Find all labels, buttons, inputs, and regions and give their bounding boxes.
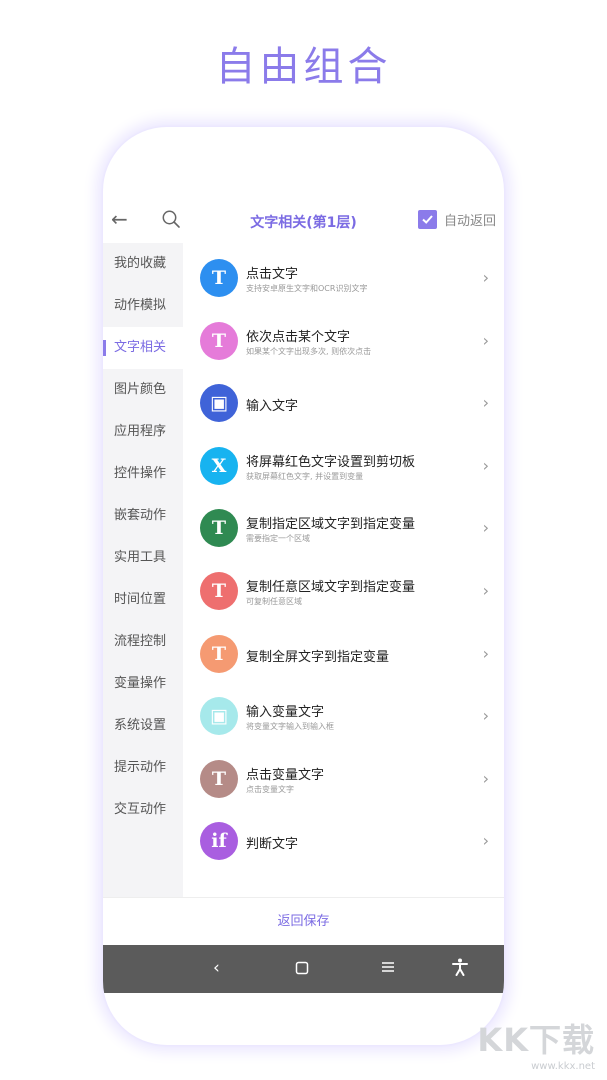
action-row[interactable]: T 依次点击某个文字 如果某个文字出现多次, 则依次点击 › (183, 310, 504, 372)
top-bar: ← 文字相关(第1层) 自动返回 (103, 199, 504, 244)
action-description: 支持安卓原生文字和OCR识别文字 (246, 284, 368, 293)
sidebar-item[interactable]: 时间位置 (103, 579, 183, 621)
chevron-right-icon: › (482, 268, 489, 287)
watermark: KK下载 www.kkx.net (477, 1015, 595, 1072)
input-box-icon: ▣ (200, 384, 238, 423)
text-tap-icon: T (200, 259, 238, 297)
input-variable-icon: ▣ (200, 697, 238, 736)
nav-back-icon[interactable]: ‹ (213, 958, 220, 978)
chevron-right-icon: › (482, 330, 489, 350)
action-description: 如果某个文字出现多次, 则依次点击 (246, 346, 372, 356)
sidebar-item[interactable]: 流程控制 (103, 621, 183, 663)
chevron-right-icon: › (482, 831, 489, 851)
sidebar-item[interactable]: 控件操作 (103, 453, 183, 495)
action-name: 依次点击某个文字 (246, 329, 351, 345)
sidebar-item[interactable]: 交互动作 (103, 789, 183, 831)
nav-menu-icon[interactable] (381, 959, 395, 979)
if-text-icon: if (200, 822, 238, 861)
chevron-right-icon: › (482, 518, 489, 538)
sidebar-item[interactable]: 应用程序 (103, 411, 183, 453)
watermark-url: www.kkx.net (531, 1061, 595, 1072)
sidebar-item[interactable]: 嵌套动作 (103, 495, 183, 537)
system-nav-bar: ‹ (103, 945, 504, 993)
copy-fullscreen-icon: T (200, 634, 238, 673)
sidebar-item[interactable]: 图片颜色 (103, 369, 183, 411)
headline: 自由组合 (215, 44, 392, 90)
chevron-right-icon: › (482, 393, 489, 413)
sidebar-item[interactable]: 我的收藏 (103, 243, 183, 285)
action-name: 点击变量文字 (246, 767, 325, 783)
save-bar: 返回保存 (103, 897, 504, 946)
action-name: 复制全屏文字到指定变量 (246, 649, 390, 665)
action-row[interactable]: T 复制任意区域文字到指定变量可复制任意区域 › (183, 560, 504, 622)
tap-variable-icon: T (200, 759, 238, 798)
x-set-icon: X (200, 446, 238, 485)
chevron-right-icon: › (482, 643, 489, 663)
action-name: 复制任意区域文字到指定变量 (246, 580, 416, 595)
phone-frame: ← 文字相关(第1层) 自动返回 我的收藏 动作模拟 文字相关 图片颜色 应用程序 控件操… (103, 127, 504, 1045)
action-description: 需要指定一个区域 (246, 534, 310, 544)
action-row[interactable]: T 点击变量文字 点击变量文字 › (183, 748, 504, 810)
action-description: 可复制任意区域 (246, 597, 302, 606)
action-name: 复制指定区域文字到指定变量 (246, 517, 416, 533)
category-sidebar: 我的收藏 动作模拟 文字相关 图片颜色 应用程序 控件操作 嵌套动作 实用工具 时间位置 流程控制… (103, 243, 183, 897)
chevron-right-icon: › (482, 768, 489, 788)
action-description: 获取屏幕红色文字, 并设置到变量 (246, 471, 364, 481)
sidebar-item[interactable]: 提示动作 (103, 747, 183, 789)
auto-return-label: 自动返回 (443, 214, 496, 229)
checkbox-checked-icon[interactable] (417, 210, 437, 229)
action-name: 将屏幕红色文字设置到剪切板 (246, 454, 416, 470)
sidebar-item[interactable]: 实用工具 (103, 537, 183, 579)
action-description: 将变量文字输入到输入框 (246, 722, 334, 732)
action-name: 输入变量文字 (246, 705, 325, 721)
action-row[interactable]: X 将屏幕红色文字设置到剪切板 获取屏幕红色文字, 并设置到变量 › (183, 435, 504, 497)
action-row[interactable]: T 复制全屏文字到指定变量 › (183, 623, 504, 685)
chevron-right-icon: › (482, 581, 489, 600)
action-row[interactable]: ▣ 输入变量文字 将变量文字输入到输入框 › (183, 685, 504, 747)
copy-region-icon: T (200, 509, 238, 548)
action-row[interactable]: T 复制指定区域文字到指定变量 需要指定一个区域 › (183, 497, 504, 559)
action-row[interactable]: if 判断文字 › (183, 810, 504, 872)
text-sequence-icon: T (200, 321, 238, 360)
auto-return-toggle[interactable]: 自动返回 (417, 210, 496, 229)
copy-any-icon: T (200, 572, 238, 610)
sidebar-item[interactable]: 动作模拟 (103, 285, 183, 327)
action-list: T 点击文字支持安卓原生文字和OCR识别文字 › T 依次点击某个文字 如果某个文字出现多… (183, 243, 504, 897)
action-row[interactable]: ▣ 输入文字 › (183, 372, 504, 434)
action-name: 判断文字 (246, 837, 299, 853)
accessibility-icon[interactable] (452, 958, 468, 981)
sidebar-item[interactable]: 系统设置 (103, 705, 183, 747)
sidebar-item[interactable]: 变量操作 (103, 663, 183, 705)
action-row[interactable]: T 点击文字支持安卓原生文字和OCR识别文字 › (183, 247, 504, 309)
return-save-button[interactable]: 返回保存 (277, 914, 329, 929)
watermark-brand: KK下载 (477, 1021, 595, 1059)
chevron-right-icon: › (482, 706, 489, 726)
action-description: 点击变量文字 (246, 784, 294, 794)
action-name: 点击文字 (246, 267, 299, 282)
sidebar-item[interactable]: 文字相关 (103, 327, 183, 369)
chevron-right-icon: › (482, 455, 489, 475)
action-name: 输入文字 (246, 399, 299, 415)
nav-home-icon[interactable] (295, 960, 309, 980)
